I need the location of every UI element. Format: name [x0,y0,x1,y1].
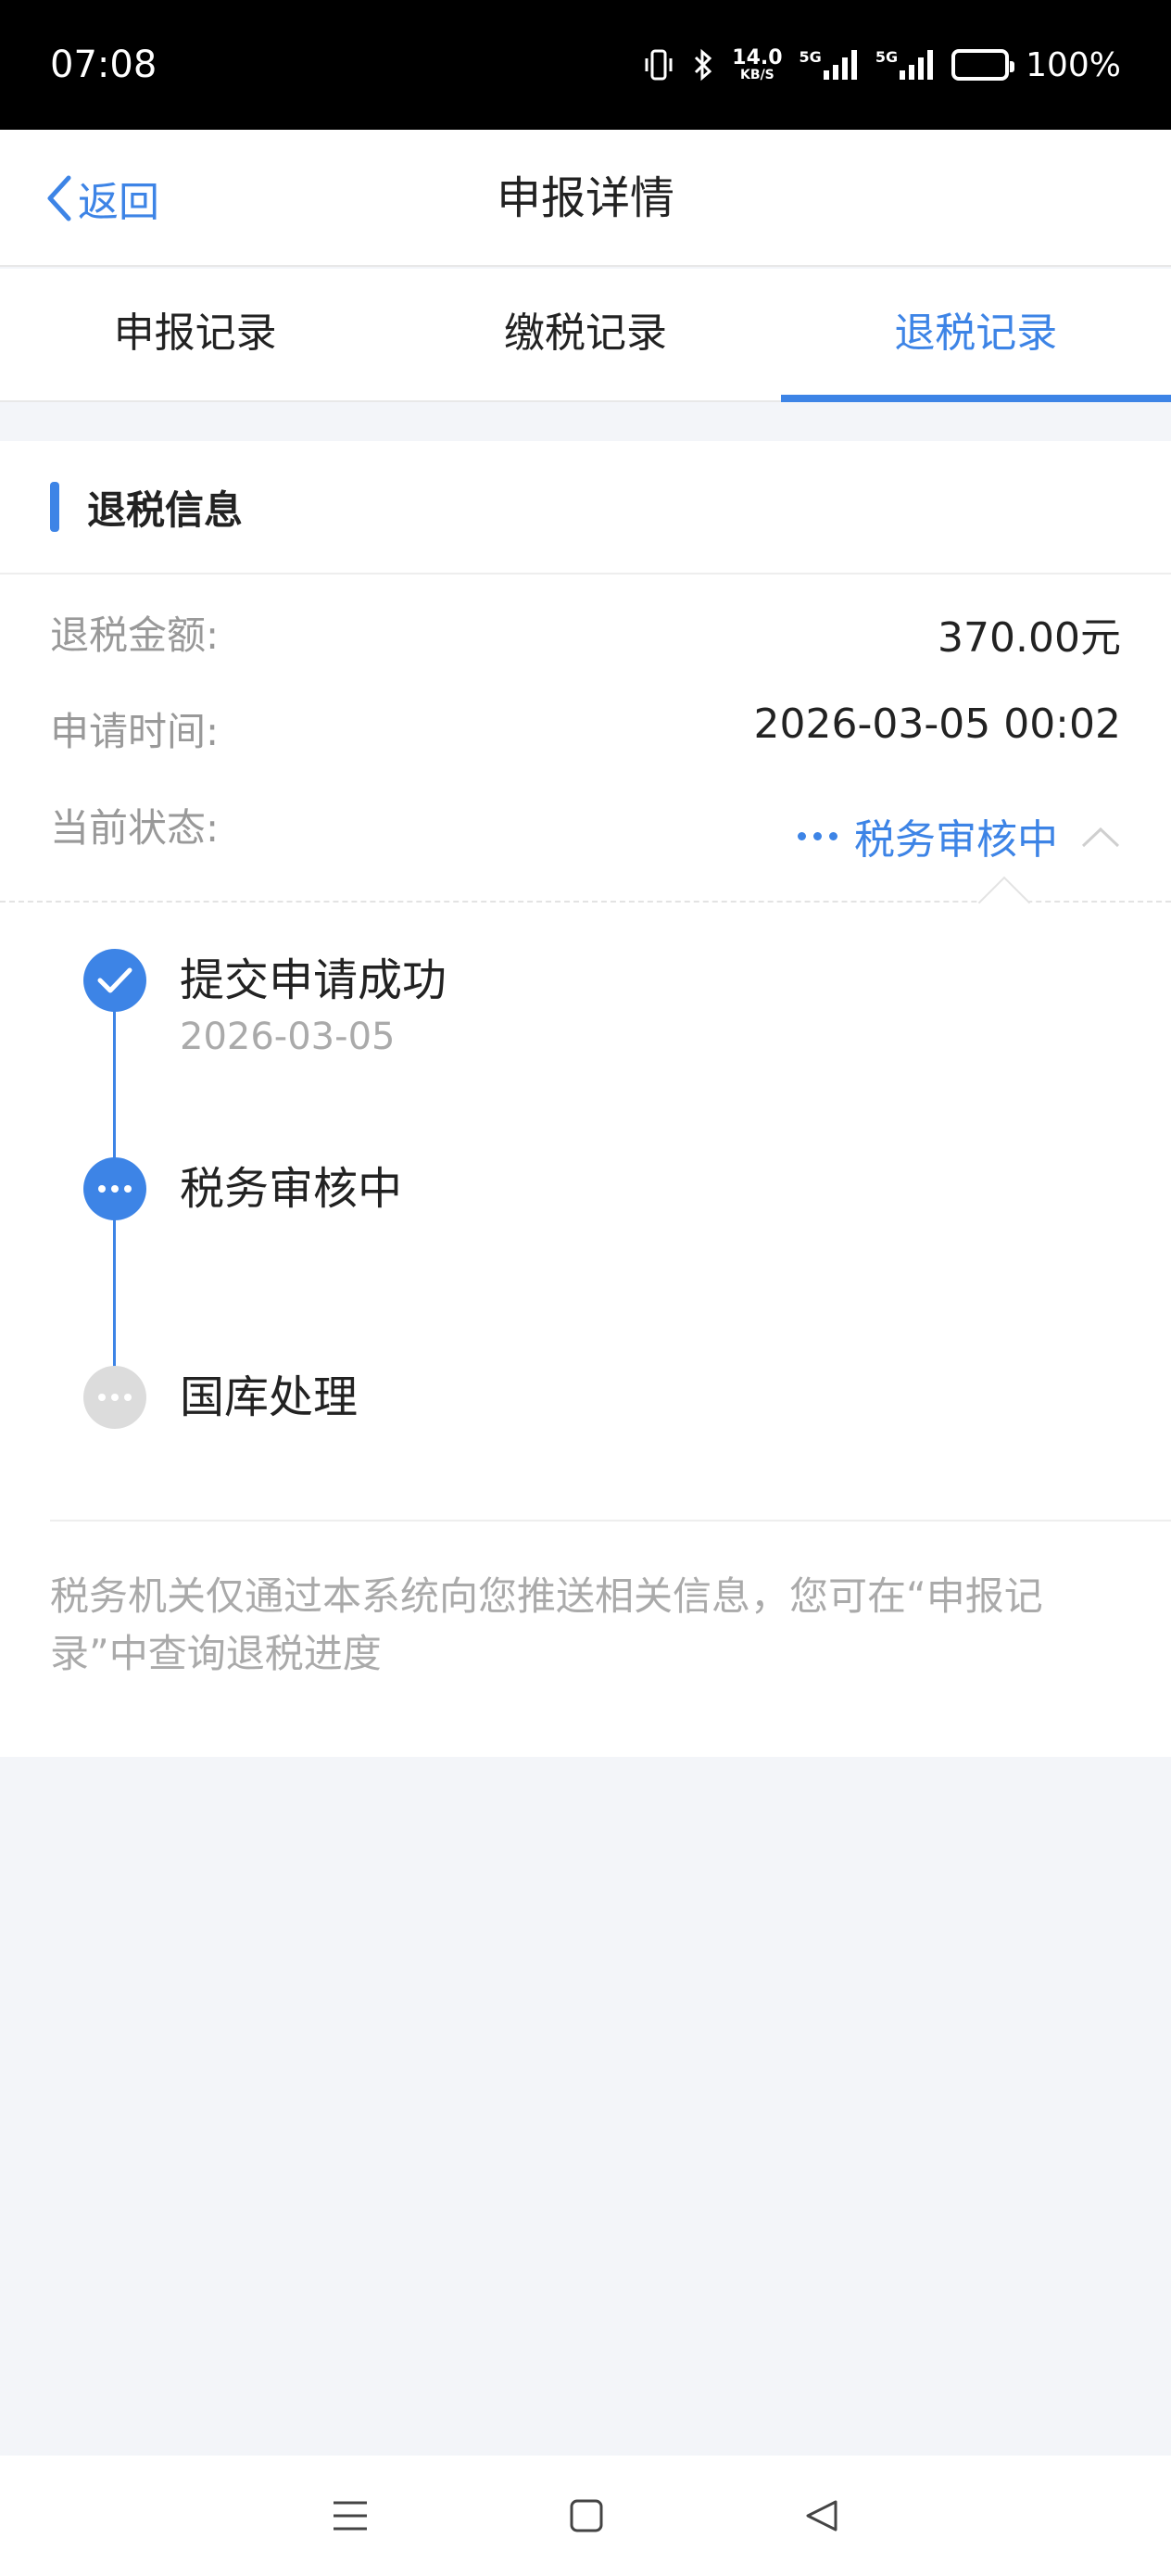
back-triangle-icon[interactable] [804,2498,839,2533]
amount-label: 退税金额: [50,612,220,658]
status-bar: 07:08 14.0 KB/S 5G 5G 100% [0,0,1171,130]
back-button[interactable]: 返回 [44,130,159,267]
notice-text: 税务机关仅通过本系统向您推送相关信息，您可在“申报记录”中查询退税进度 [50,1573,1043,1676]
network-speed-unit: KB/S [740,68,774,82]
timeline-step-reviewing: 税务审核中 [83,1157,402,1220]
refund-info-rows: 退税金额: 370.00元 申请时间: 2026-03-05 00:02 当前状… [0,575,1171,864]
network-speed-value: 14.0 [732,46,783,69]
check-icon [83,949,146,1012]
status-label: 当前状态: [50,805,220,851]
home-icon[interactable] [569,2498,604,2533]
amount-value: 370.00元 [938,614,1121,662]
tab-bar: 申报记录 缴税记录 退税记录 [0,269,1171,402]
network-speed: 14.0 KB/S [732,48,782,82]
refund-progress-timeline: 提交申请成功 2026-03-05 税务审核中 国库处理 [0,903,1171,1520]
app-root: 07:08 14.0 KB/S 5G 5G 100% 返回 申报详情 申报记录 … [0,0,1171,2576]
tab-payment-records[interactable]: 缴税记录 [390,269,780,400]
status-icons: 14.0 KB/S 5G 5G 100% [643,46,1121,84]
bluetooth-icon [691,47,715,82]
timeline-step-text: 提交申请成功 2026-03-05 [180,949,447,1058]
apply-time-label: 申请时间: [50,709,220,754]
apply-time-row: 申请时间: 2026-03-05 00:02 [50,671,1121,767]
tab-declaration-records[interactable]: 申报记录 [0,269,390,400]
status-toggle[interactable]: 税务审核中 [798,806,1121,865]
signal-5g-icon: 5G [800,48,859,82]
status-time: 07:08 [50,44,157,86]
status-value: 税务审核中 [854,816,1058,864]
vibrate-icon [643,47,674,82]
battery-text: 100% [1026,45,1121,84]
nav-header: 返回 申报详情 [0,130,1171,267]
section-header: 退税信息 [0,441,1171,575]
system-navigation-bar [0,2456,1171,2576]
battery-icon [951,49,1015,81]
refund-info-card: 退税信息 退税金额: 370.00元 申请时间: 2026-03-05 00:0… [0,441,1171,1757]
timeline-step-text: 国库处理 [180,1366,358,1429]
pending-dots-icon [83,1366,146,1429]
menu-icon[interactable] [332,2499,369,2532]
amount-row: 退税金额: 370.00元 [50,575,1121,671]
section-accent-bar [50,482,59,532]
more-dots-icon [798,831,837,840]
chevron-up-icon [1080,813,1121,860]
timeline-step-title: 提交申请成功 [180,954,447,1006]
timeline-step-treasury: 国库处理 [83,1366,358,1429]
tab-refund-records[interactable]: 退税记录 [780,269,1171,402]
back-label: 返回 [78,179,159,226]
in-progress-dots-icon [83,1157,146,1220]
signal2-label: 5G [875,48,899,66]
page-title: 申报详情 [496,172,674,224]
section-title: 退税信息 [87,486,244,533]
status-row: 当前状态: 税务审核中 [50,767,1121,864]
chevron-left-icon [44,174,72,222]
timeline-step-text: 税务审核中 [180,1157,402,1220]
timeline-step-date: 2026-03-05 [180,1016,396,1058]
signal1-label: 5G [799,48,822,66]
timeline-step-submitted: 提交申请成功 2026-03-05 [83,949,447,1058]
timeline-step-title: 国库处理 [180,1371,359,1423]
timeline-step-title: 税务审核中 [180,1163,403,1215]
signal-5g-icon-2: 5G [875,48,935,82]
apply-time-value: 2026-03-05 00:02 [753,701,1122,748]
